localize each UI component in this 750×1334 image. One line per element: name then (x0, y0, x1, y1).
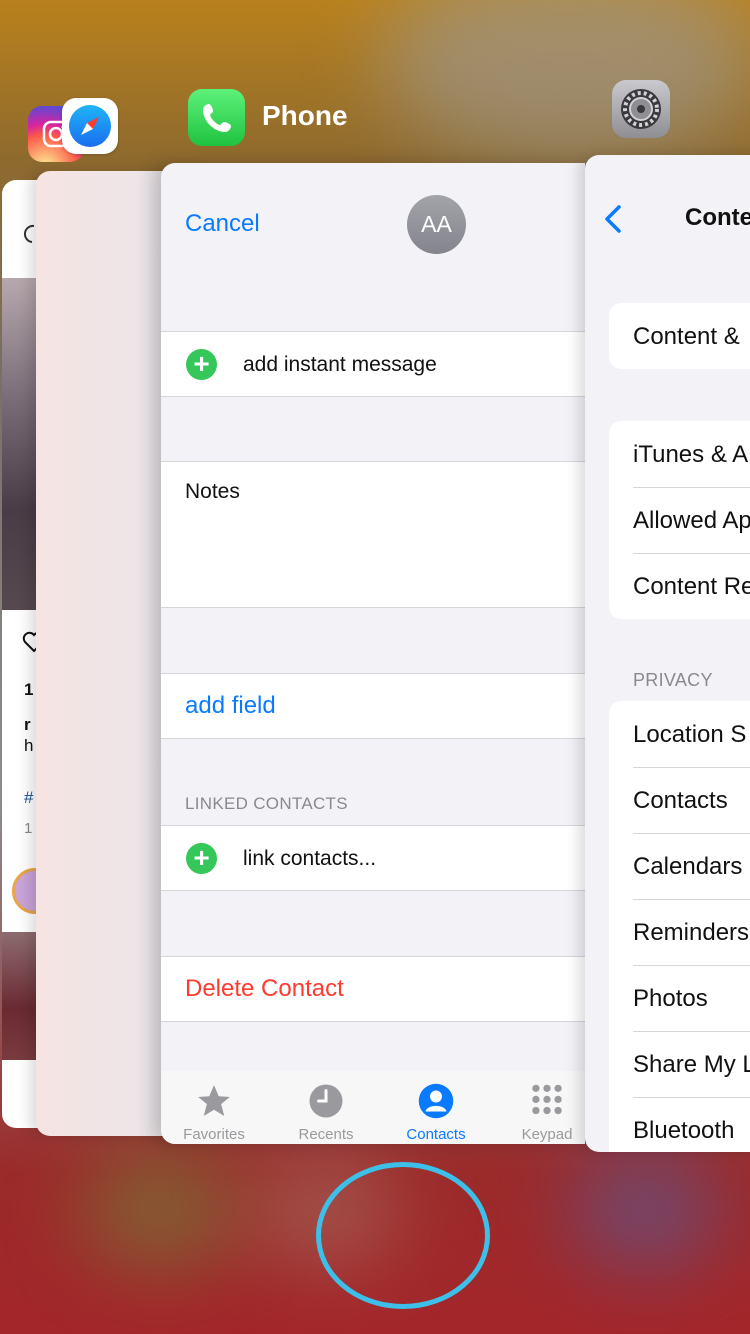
cancel-button[interactable]: Cancel (185, 210, 260, 238)
tab-label: Favorites (183, 1126, 245, 1143)
tab-bar: Favorites Recents Contacts Keypad (161, 1071, 585, 1144)
page-title: Conte (685, 204, 750, 231)
settings-group: Location S Contacts Calendars Reminders … (609, 701, 750, 1152)
settings-app-card[interactable]: Conte Content & iTunes & A Allowed Ap Co… (585, 155, 750, 1152)
settings-item-itunes[interactable]: iTunes & A (609, 421, 750, 487)
settings-item-label: Content Re (633, 573, 750, 600)
settings-item-share-location[interactable]: Share My L (609, 1031, 750, 1097)
settings-item-allowed-apps[interactable]: Allowed Ap (609, 487, 750, 553)
settings-group: Content & (609, 303, 750, 369)
safari-icon[interactable] (62, 98, 118, 154)
notes-label: Notes (185, 480, 240, 503)
instagram-likes: 1 (24, 680, 34, 699)
add-field-row[interactable]: add field (161, 673, 585, 739)
add-field-button[interactable]: add field (185, 692, 276, 720)
notes-field[interactable]: Notes (161, 461, 585, 608)
app-title: Phone (262, 100, 348, 131)
settings-item-label: Bluetooth (633, 1117, 735, 1144)
phone-app-card[interactable]: Cancel AA + add instant message Notes ad… (161, 163, 585, 1144)
delete-contact-button[interactable]: Delete Contact (185, 975, 344, 1003)
settings-item-reminders[interactable]: Reminders (609, 899, 750, 965)
add-icon[interactable]: + (186, 349, 217, 380)
settings-item-label: Contacts (633, 787, 728, 814)
instagram-caption: r (24, 715, 31, 734)
tab-favorites[interactable]: Favorites (161, 1071, 267, 1144)
add-instant-message-row[interactable]: + add instant message (161, 331, 585, 397)
delete-contact-row[interactable]: Delete Contact (161, 956, 585, 1022)
instagram-hashtag: # (24, 788, 34, 807)
linked-contacts-header: LINKED CONTACTS (185, 794, 348, 813)
background-blur (80, 1150, 240, 1270)
tab-label: Recents (298, 1126, 354, 1143)
settings-item-calendars[interactable]: Calendars (609, 833, 750, 899)
tab-label: Keypad (521, 1126, 573, 1143)
tap-highlight-circle (316, 1162, 490, 1309)
settings-item-content-restrictions[interactable]: Content Re (609, 553, 750, 619)
chevron-left-icon (605, 205, 621, 233)
background-blur (570, 1150, 720, 1270)
settings-item-label: Allowed Ap (633, 507, 750, 534)
instagram-date: 1 (24, 820, 33, 837)
star-icon (194, 1081, 234, 1121)
link-contacts-label: link contacts... (243, 847, 377, 870)
tab-keypad[interactable]: Keypad (494, 1071, 585, 1144)
settings-item-photos[interactable]: Photos (609, 965, 750, 1031)
settings-item-label: Location S (633, 721, 747, 748)
settings-item-label: iTunes & A (633, 441, 749, 468)
tab-contacts[interactable]: Contacts (383, 1071, 489, 1144)
settings-item-label: Calendars (633, 853, 743, 880)
app-switcher: { "switcher": { "active_app_title": "Pho… (0, 0, 750, 1334)
settings-item-contacts[interactable]: Contacts (609, 767, 750, 833)
add-instant-message-label: add instant message (243, 353, 437, 376)
keypad-icon (527, 1081, 567, 1121)
settings-item-label: Content & (633, 323, 740, 350)
instagram-caption-more: h (24, 736, 34, 755)
settings-item-content-privacy[interactable]: Content & (609, 303, 750, 369)
settings-item-label: Reminders (633, 919, 750, 946)
settings-group: iTunes & A Allowed Ap Content Re (609, 421, 750, 619)
settings-item-bluetooth[interactable]: Bluetooth (609, 1097, 750, 1152)
privacy-header: PRIVACY (633, 670, 713, 690)
phone-app-icon[interactable] (188, 89, 245, 146)
settings-item-label: Share My L (633, 1051, 750, 1078)
settings-item-label: Photos (633, 985, 708, 1012)
back-button[interactable] (597, 199, 627, 239)
tab-recents[interactable]: Recents (273, 1071, 379, 1144)
tab-label: Contacts (406, 1126, 466, 1143)
person-icon (416, 1081, 456, 1121)
background-blur (380, 0, 750, 160)
settings-gear-icon[interactable] (612, 80, 670, 138)
avatar[interactable]: AA (407, 195, 466, 254)
add-icon[interactable]: + (186, 843, 217, 874)
clock-icon (306, 1081, 346, 1121)
settings-item-location[interactable]: Location S (609, 701, 750, 767)
link-contacts-row[interactable]: + link contacts... (161, 825, 585, 891)
